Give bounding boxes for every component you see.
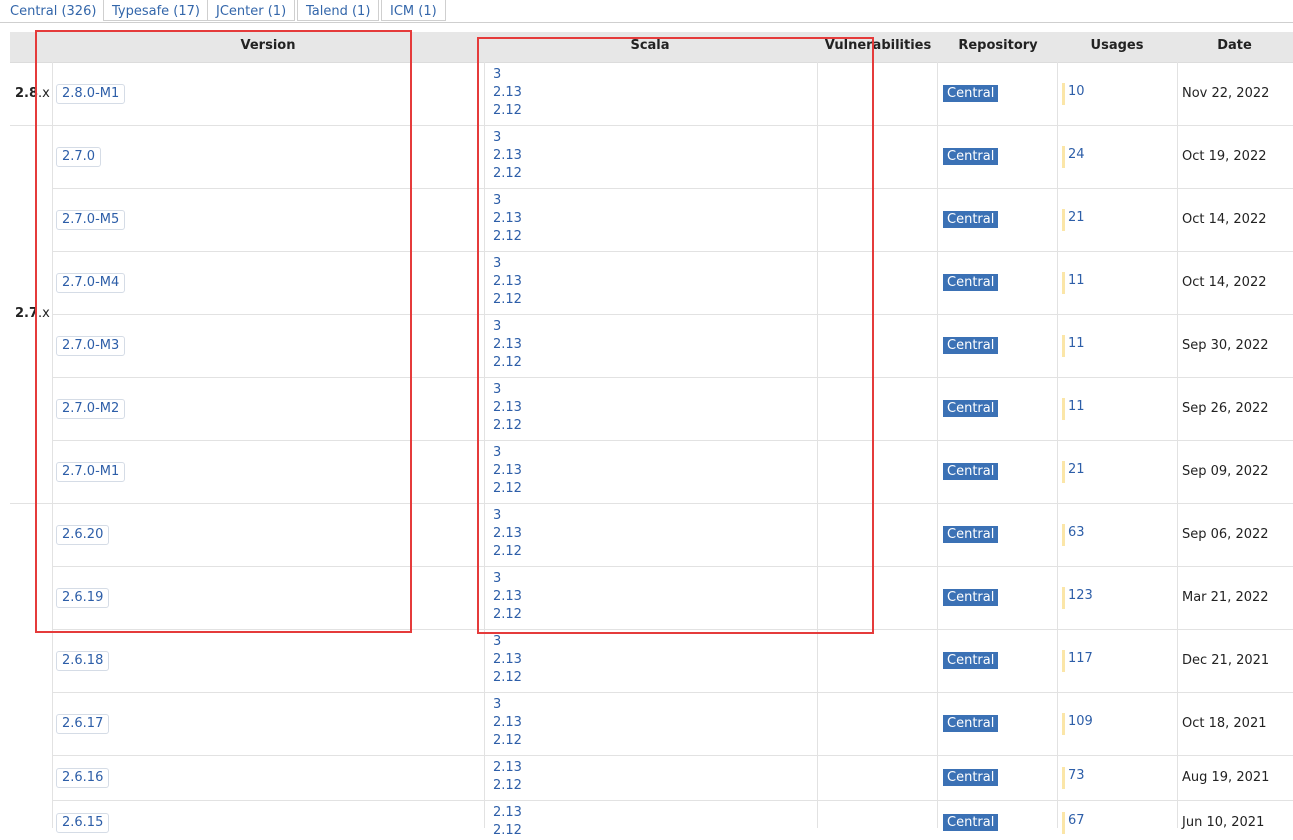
tab-jcenter[interactable]: JCenter (1) xyxy=(207,0,296,21)
release-date: Oct 18, 2021 xyxy=(1182,716,1267,731)
usages-link[interactable]: 123 xyxy=(1068,588,1093,603)
column-divider xyxy=(1057,62,1058,828)
repository-badge[interactable]: Central xyxy=(943,463,999,480)
usage-bar xyxy=(1062,524,1065,546)
header-date: Date xyxy=(1217,38,1252,53)
usages-link[interactable]: 21 xyxy=(1068,210,1085,225)
usages-link[interactable]: 11 xyxy=(1068,336,1085,351)
scala-version-link[interactable]: 3 xyxy=(493,696,522,714)
usages-link[interactable]: 24 xyxy=(1068,147,1085,162)
usage-bar xyxy=(1062,767,1065,789)
repository-badge[interactable]: Central xyxy=(943,652,999,669)
version-link[interactable]: 2.6.16 xyxy=(56,768,110,788)
repository-badge[interactable]: Central xyxy=(943,274,999,291)
row-divider xyxy=(52,692,1293,693)
release-date: Nov 22, 2022 xyxy=(1182,86,1270,101)
scala-version-link[interactable]: 2.13 xyxy=(493,651,522,669)
usages-link[interactable]: 67 xyxy=(1068,813,1085,828)
version-link[interactable]: 2.6.18 xyxy=(56,651,110,671)
repository-badge[interactable]: Central xyxy=(943,526,999,543)
usages-link[interactable]: 73 xyxy=(1068,768,1085,783)
usage-bar xyxy=(1062,812,1065,834)
usage-bar xyxy=(1062,650,1065,672)
row-divider xyxy=(52,755,1293,756)
usages-link[interactable]: 117 xyxy=(1068,651,1093,666)
release-date: Sep 09, 2022 xyxy=(1182,464,1269,479)
scala-versions: 2.13 2.12 xyxy=(493,759,522,795)
usages-link[interactable]: 11 xyxy=(1068,273,1085,288)
scala-version-link[interactable]: 2.12 xyxy=(493,732,522,750)
release-date: Sep 30, 2022 xyxy=(1182,338,1269,353)
usages-link[interactable]: 21 xyxy=(1068,462,1085,477)
repository-badge[interactable]: Central xyxy=(943,148,999,165)
release-date: Sep 06, 2022 xyxy=(1182,527,1269,542)
scala-version-link[interactable]: 2.13 xyxy=(493,714,522,732)
scala-version-link[interactable]: 3 xyxy=(493,633,522,651)
version-link[interactable]: 2.6.15 xyxy=(56,813,110,833)
version-highlight-box xyxy=(35,30,412,633)
scala-versions: 2.13 2.12 xyxy=(493,804,522,840)
usage-bar xyxy=(1062,146,1065,168)
usage-bar xyxy=(1062,398,1065,420)
scala-highlight-box xyxy=(477,37,874,634)
tab-icm[interactable]: ICM (1) xyxy=(381,0,446,21)
scala-versions: 3 2.13 2.12 xyxy=(493,696,522,750)
usages-link[interactable]: 11 xyxy=(1068,399,1085,414)
release-date: Sep 26, 2022 xyxy=(1182,401,1269,416)
usage-bar xyxy=(1062,713,1065,735)
release-date: Oct 14, 2022 xyxy=(1182,212,1267,227)
repository-badge[interactable]: Central xyxy=(943,814,999,831)
repository-badge[interactable]: Central xyxy=(943,769,999,786)
column-divider xyxy=(1177,62,1178,828)
repository-badge[interactable]: Central xyxy=(943,337,999,354)
scala-version-link[interactable]: 2.13 xyxy=(493,759,522,777)
tab-talend[interactable]: Talend (1) xyxy=(297,0,380,21)
usage-bar xyxy=(1062,587,1065,609)
release-date: Dec 21, 2021 xyxy=(1182,653,1270,668)
column-divider xyxy=(937,62,938,828)
version-link[interactable]: 2.6.17 xyxy=(56,714,110,734)
row-divider xyxy=(52,800,1293,801)
usage-bar xyxy=(1062,461,1065,483)
repository-badge[interactable]: Central xyxy=(943,85,999,102)
release-date: Oct 19, 2022 xyxy=(1182,149,1267,164)
usage-bar xyxy=(1062,83,1065,105)
header-repository: Repository xyxy=(958,38,1038,53)
scala-versions: 3 2.13 2.12 xyxy=(493,633,522,687)
repository-badge[interactable]: Central xyxy=(943,400,999,417)
tab-central[interactable]: Central (326) xyxy=(2,0,105,21)
repository-tabs: Central (326) Typesafe (17) JCenter (1) … xyxy=(0,0,1293,23)
scala-version-link[interactable]: 2.12 xyxy=(493,822,522,840)
repository-badge[interactable]: Central xyxy=(943,715,999,732)
usage-bar xyxy=(1062,335,1065,357)
scala-version-link[interactable]: 2.12 xyxy=(493,669,522,687)
header-usages: Usages xyxy=(1090,38,1144,53)
usage-bar xyxy=(1062,209,1065,231)
tab-typesafe[interactable]: Typesafe (17) xyxy=(103,0,209,21)
usages-link[interactable]: 63 xyxy=(1068,525,1085,540)
release-date: Mar 21, 2022 xyxy=(1182,590,1269,605)
release-date: Oct 14, 2022 xyxy=(1182,275,1267,290)
scala-version-link[interactable]: 2.12 xyxy=(493,777,522,795)
repository-badge[interactable]: Central xyxy=(943,589,999,606)
usages-link[interactable]: 10 xyxy=(1068,84,1085,99)
usages-link[interactable]: 109 xyxy=(1068,714,1093,729)
repository-badge[interactable]: Central xyxy=(943,211,999,228)
release-date: Aug 19, 2021 xyxy=(1182,770,1270,785)
usage-bar xyxy=(1062,272,1065,294)
scala-version-link[interactable]: 2.13 xyxy=(493,804,522,822)
